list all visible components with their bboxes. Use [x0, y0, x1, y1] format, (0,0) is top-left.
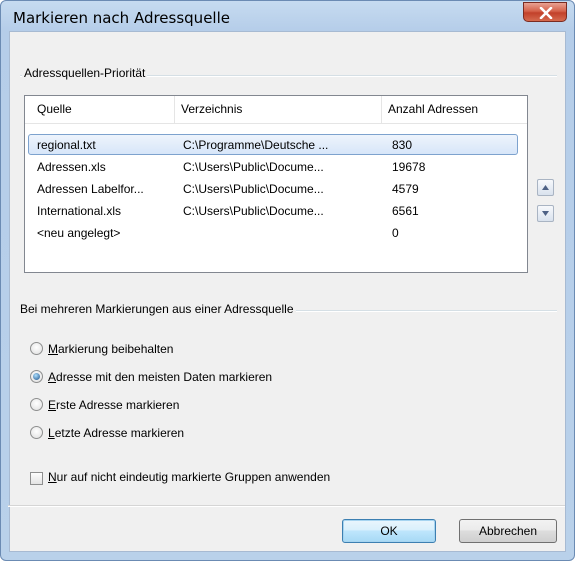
radio-label[interactable]: Markierung beibehalten: [48, 340, 173, 358]
table-cell: C:\Users\Public\Docume...: [183, 182, 324, 196]
table-cell: Adressen Labelfor...: [37, 182, 144, 196]
table-row[interactable]: Adressen.xls C:\Users\Public\Docume... 196…: [25, 156, 527, 178]
cancel-button[interactable]: Abbrechen: [459, 519, 557, 543]
radio-label[interactable]: Erste Adresse markieren: [48, 396, 179, 414]
table-row[interactable]: <neu angelegt> 0: [25, 222, 527, 244]
table-cell: 4579: [392, 182, 419, 196]
arrow-down-icon: [542, 211, 549, 216]
table-cell: 830: [392, 138, 413, 152]
table-row[interactable]: Adressen Labelfor... C:\Users\Public\Docu…: [25, 178, 527, 200]
window-title: Markieren nach Adressquelle: [13, 9, 230, 27]
table-cell: C:\Users\Public\Docume...: [183, 160, 324, 174]
move-down-button[interactable]: [537, 205, 554, 222]
radio-button[interactable]: [30, 342, 43, 355]
table-cell: Adressen.xls: [37, 160, 106, 174]
table-cell: 6561: [392, 204, 419, 218]
radio-button[interactable]: [30, 398, 43, 411]
radio-dot: [33, 373, 40, 380]
column-header-quelle[interactable]: Quelle: [25, 96, 175, 123]
table-row[interactable]: regional.txt C:\Programme\Deutsche ... 830: [25, 134, 527, 156]
group-label-multiple: Bei mehreren Markierungen aus einer Adre…: [18, 302, 296, 316]
radio-label[interactable]: Letzte Adresse markieren: [48, 424, 184, 442]
apply-to-ambiguous-checkbox[interactable]: [30, 472, 43, 485]
close-icon: [539, 7, 553, 19]
column-header-anzahl[interactable]: Anzahl Adressen: [382, 96, 517, 123]
list-header: Quelle Verzeichnis Anzahl Adressen: [25, 96, 527, 124]
apply-to-ambiguous-label[interactable]: Nur auf nicht eindeutig markierte Gruppe…: [48, 470, 330, 484]
table-cell: [183, 222, 378, 244]
radio-button[interactable]: [30, 370, 43, 383]
table-cell: 19678: [392, 160, 426, 174]
arrow-up-icon: [542, 185, 549, 190]
table-cell: International.xls: [37, 204, 122, 218]
title-bar[interactable]: Markieren nach Adressquelle: [1, 1, 574, 31]
table-cell: <neu angelegt>: [37, 226, 121, 240]
group-label-priority: Adressquellen-Priorität: [22, 66, 148, 80]
close-button[interactable]: [523, 2, 567, 22]
button-separator: [8, 505, 565, 507]
radio-button[interactable]: [30, 426, 43, 439]
move-up-button[interactable]: [537, 179, 554, 196]
radio-label[interactable]: Adresse mit den meisten Daten markieren: [48, 368, 272, 386]
ok-button[interactable]: OK: [342, 519, 436, 543]
address-source-list[interactable]: Quelle Verzeichnis Anzahl Adressen regio…: [24, 95, 528, 273]
table-cell: regional.txt: [37, 138, 96, 152]
table-cell: C:\Users\Public\Docume...: [183, 204, 324, 218]
table-cell: C:\Programme\Deutsche ...: [183, 138, 329, 152]
table-row[interactable]: International.xls C:\Users\Public\Docume.…: [25, 200, 527, 222]
column-header-verzeichnis[interactable]: Verzeichnis: [175, 96, 382, 123]
table-cell: 0: [392, 226, 399, 240]
